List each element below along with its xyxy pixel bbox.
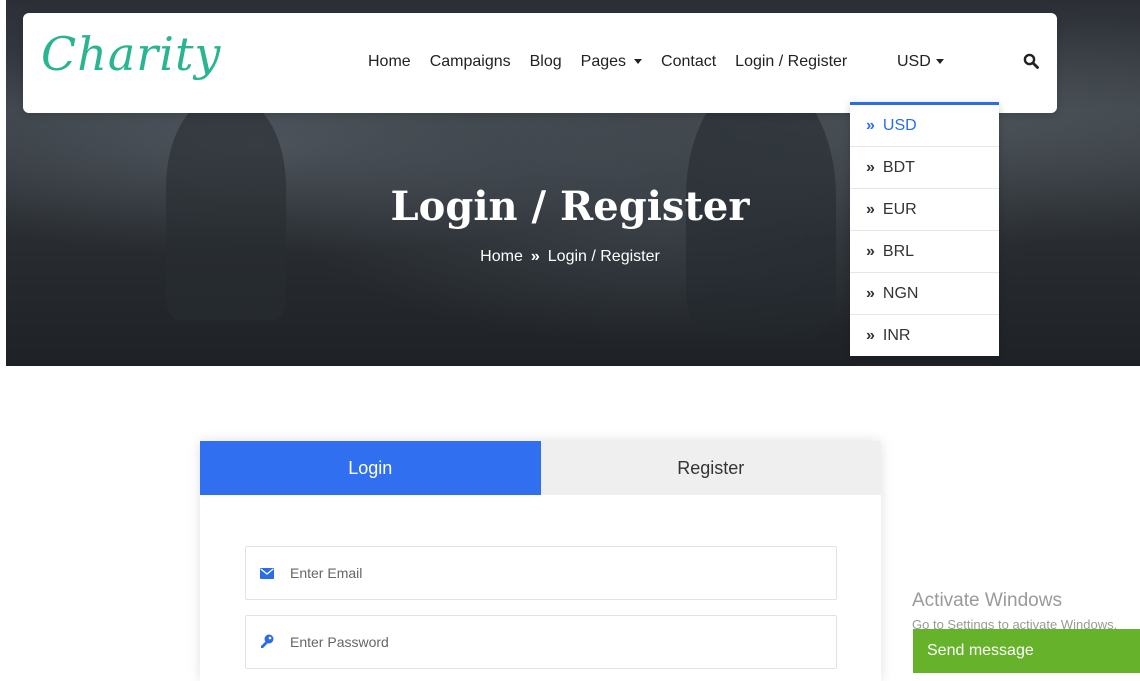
currency-option-usd[interactable]: » USD [850,105,999,147]
double-chevron-icon: » [866,117,875,134]
breadcrumb-current: Login / Register [547,248,660,265]
logo[interactable]: Charity [41,27,221,81]
nav-home[interactable]: Home [368,53,411,71]
nav-pages-label: Pages [580,53,627,70]
currency-dropdown: » USD » BDT » EUR » BRL » NGN » INR [850,102,999,356]
breadcrumb-home-link[interactable]: Home [480,248,523,265]
currency-selected: USD [897,53,931,70]
key-icon [260,634,276,650]
currency-option-inr[interactable]: » INR [850,315,999,356]
search-icon[interactable] [1023,53,1039,74]
auth-card: Login Register [200,441,881,681]
email-field [245,546,837,600]
chevron-down-icon [935,59,944,65]
auth-tabs: Login Register [200,441,881,495]
nav-campaigns[interactable]: Campaigns [430,53,511,71]
currency-option-bdt[interactable]: » BDT [850,147,999,189]
password-field [245,615,837,669]
tab-login[interactable]: Login [200,441,541,495]
navbar: Charity Home Campaigns Blog Pages Contac… [23,13,1057,113]
currency-option-eur[interactable]: » EUR [850,189,999,231]
currency-option-ngn[interactable]: » NGN [850,273,999,315]
activate-windows-watermark: Activate Windows Go to Settings to activ… [912,590,1117,632]
chevron-down-icon [634,59,643,65]
nav-blog[interactable]: Blog [530,53,562,71]
double-chevron-icon: » [866,243,875,260]
password-input[interactable] [288,633,832,651]
breadcrumb-separator: » [530,248,540,265]
tab-register[interactable]: Register [540,441,881,495]
double-chevron-icon: » [866,327,875,344]
currency-option-brl[interactable]: » BRL [850,231,999,273]
nav-contact[interactable]: Contact [661,53,716,71]
nav-login-register[interactable]: Login / Register [735,53,847,71]
double-chevron-icon: » [866,285,875,302]
double-chevron-icon: » [866,159,875,176]
activate-windows-title: Activate Windows [912,590,1062,611]
send-message-button[interactable]: Send message [913,629,1140,673]
double-chevron-icon: » [866,201,875,218]
nav-pages[interactable]: Pages [580,53,643,71]
email-input[interactable] [288,564,832,582]
main-nav: Home Campaigns Blog Pages Contact Login … [368,53,847,71]
currency-selector[interactable]: USD [897,53,944,71]
envelope-icon [260,565,276,581]
